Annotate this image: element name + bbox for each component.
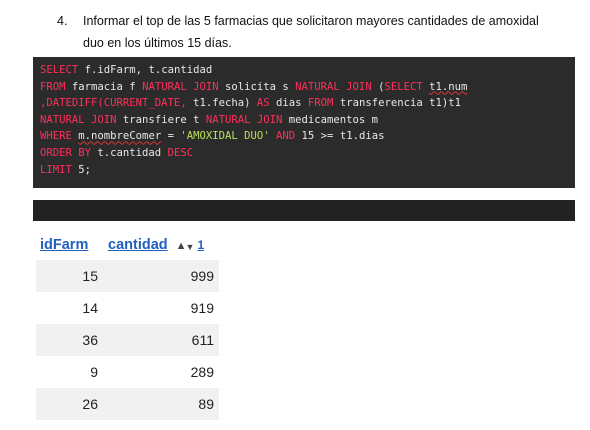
sql-token: t.cantidad	[91, 146, 168, 159]
sql-code-block: SELECT f.idFarm, t.cantidad FROM farmacia…	[33, 57, 575, 188]
cell-cantidad: 89	[104, 388, 219, 420]
sql-token: 5;	[71, 163, 92, 176]
sql-token: transferencia t1)t1	[333, 97, 461, 110]
cell-cantidad: 289	[190, 364, 214, 380]
sql-line: WHERE m.nombreComer = 'AMOXIDAL DUO' AND…	[40, 128, 568, 145]
sql-token: dias	[269, 97, 308, 110]
question-text: 4. Informar el top de las 5 farmacias que…	[57, 10, 577, 54]
sql-keyword: FROM	[307, 97, 334, 110]
sql-token: medicamentos m	[282, 113, 379, 126]
results-header-row: idFarm cantidad ▲︎▼︎ 1	[36, 234, 219, 260]
table-row: 15 999	[36, 260, 219, 292]
sort-order-number[interactable]: 1	[197, 238, 204, 252]
column-link-cantidad[interactable]: cantidad	[108, 237, 168, 253]
sql-line: ORDER BY t.cantidad DESC	[40, 145, 568, 162]
table-row: 36 611	[36, 324, 219, 356]
sql-token: 15 >= t1.dias	[295, 130, 385, 143]
sql-token: t1.num	[429, 80, 468, 93]
sql-token: m.nombreComer	[78, 130, 162, 143]
sql-keyword: FROM	[40, 80, 66, 93]
column-header-cantidad[interactable]: cantidad ▲︎▼︎ 1	[104, 234, 219, 260]
sql-keyword: NATURAL JOIN	[205, 113, 283, 126]
sql-keyword: ,DATEDIFF(CURRENT_DATE,	[40, 97, 187, 110]
sql-token: f.idFarm, t.cantidad	[78, 64, 213, 76]
cell-cantidad: 611	[104, 324, 219, 356]
sql-keyword: SELECT	[40, 64, 79, 76]
cell-idfarm: 15	[36, 260, 104, 292]
sql-keyword: SELECT	[384, 80, 423, 93]
sql-keyword: NATURAL JOIN	[295, 80, 372, 93]
sql-token: transfiere t	[116, 113, 206, 126]
sql-line: NATURAL JOIN transfiere t NATURAL JOIN m…	[40, 112, 568, 129]
sql-token: =	[161, 130, 181, 143]
table-row: 26 89	[36, 388, 219, 420]
column-link-idfarm[interactable]: idFarm	[40, 237, 88, 253]
cell-idfarm: 36	[36, 324, 104, 356]
sql-keyword: NATURAL JOIN	[40, 113, 117, 126]
cell-cantidad: 999	[104, 260, 219, 292]
sort-arrows-icon[interactable]: ▲︎▼︎	[176, 240, 195, 252]
cell-cantidad: 919	[190, 300, 214, 316]
sql-token: solicita s	[218, 80, 296, 93]
sql-line: SELECT f.idFarm, t.cantidad	[40, 62, 568, 79]
question-line-2: duo en los últimos 15 días.	[83, 36, 232, 50]
sql-keyword: WHERE	[40, 130, 72, 143]
sql-keyword: AND	[276, 130, 296, 143]
cell-idfarm: 14	[82, 300, 98, 316]
question-line-1: 4. Informar el top de las 5 farmacias que…	[57, 10, 577, 32]
sql-token: (	[371, 80, 385, 93]
query-result-toolbar	[33, 200, 575, 221]
sql-keyword: ORDER BY	[40, 146, 92, 159]
table-row: 9 289	[36, 356, 219, 388]
sql-line: ,DATEDIFF(CURRENT_DATE, t1.fecha) AS dia…	[40, 95, 568, 112]
sql-token: t1.fecha)	[186, 97, 257, 110]
sql-string: 'AMOXIDAL DUO'	[180, 130, 270, 143]
sql-line: LIMIT 5;	[40, 162, 568, 179]
sql-token: farmacia f	[65, 80, 143, 93]
sql-keyword: NATURAL JOIN	[142, 80, 219, 93]
sql-keyword: DESC	[167, 146, 194, 159]
question-line-1-text: Informar el top de las 5 farmacias que s…	[83, 14, 539, 28]
results-table: idFarm cantidad ▲︎▼︎ 1 15 999 14 919 36 611 9 289…	[36, 234, 219, 420]
column-header-idfarm[interactable]: idFarm	[36, 234, 104, 260]
sql-keyword: AS	[256, 97, 270, 110]
cell-idfarm: 9	[90, 364, 98, 380]
table-row: 14 919	[36, 292, 219, 324]
sql-keyword: LIMIT	[40, 163, 72, 176]
question-number: 4.	[57, 14, 68, 28]
sql-line: FROM farmacia f NATURAL JOIN solicita s …	[40, 79, 568, 96]
cell-idfarm: 26	[36, 388, 104, 420]
